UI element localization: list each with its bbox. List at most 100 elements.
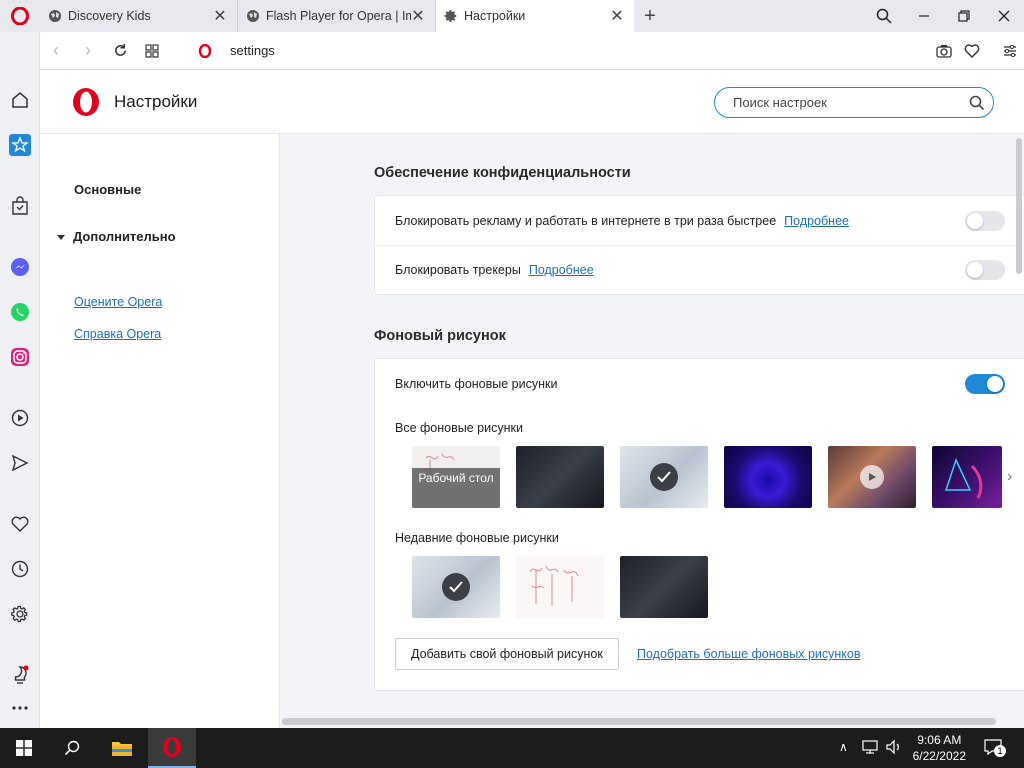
taskbar: ∧ 9:06 AM 6/22/2022 1 xyxy=(0,728,1024,768)
sidebar xyxy=(0,32,40,728)
notification-count-badge: 1 xyxy=(994,745,1006,757)
history-clock-icon[interactable] xyxy=(0,552,40,586)
page-title: Настройки xyxy=(114,91,198,111)
desktop-wallpaper-label: Рабочий стол xyxy=(412,468,500,508)
more-wallpapers-link[interactable]: Подобрать больше фоновых рисунков xyxy=(637,647,860,661)
horizontal-scrollbar[interactable] xyxy=(282,718,996,725)
caret-down-icon xyxy=(57,234,65,240)
tab-close-icon[interactable]: ✕ xyxy=(213,6,227,26)
wallpaper-thumb-desktop[interactable]: Рабочий стол xyxy=(412,446,500,508)
privacy-card: Блокировать рекламу и работать в интерне… xyxy=(374,195,1024,295)
tab-flash-player[interactable]: Flash Player for Opera | Im ✕ xyxy=(238,0,436,32)
settings-search-input[interactable] xyxy=(733,95,969,110)
block-trackers-more-link[interactable]: Подробнее xyxy=(529,263,594,277)
taskbar-clock[interactable]: 9:06 AM 6/22/2022 xyxy=(913,732,966,764)
opera-taskbar-icon[interactable] xyxy=(148,728,196,768)
opera-logo-icon xyxy=(11,7,29,25)
search-tabs-icon[interactable] xyxy=(864,0,904,32)
forward-icon[interactable]: › xyxy=(72,40,104,61)
easy-setup-icon[interactable] xyxy=(996,44,1024,58)
settings-content: Обеспечение конфиденциальности Блокирова… xyxy=(280,134,1024,728)
bookmarks-heart-icon[interactable] xyxy=(0,507,40,541)
speed-dial-grid-icon[interactable] xyxy=(136,43,168,58)
recent-wallpaper-light[interactable] xyxy=(412,556,500,618)
wallpaper-thumb-purple-vortex[interactable] xyxy=(724,446,812,508)
nav-basic[interactable]: Основные xyxy=(74,182,141,197)
url-field[interactable]: settings xyxy=(198,43,275,58)
wallpaper-thumb-dark[interactable] xyxy=(516,446,604,508)
restore-icon[interactable] xyxy=(944,0,984,32)
taskbar-search-icon[interactable] xyxy=(48,728,96,768)
tab-close-icon[interactable]: ✕ xyxy=(411,6,425,26)
wallpaper-section-title: Фоновый рисунок xyxy=(374,328,506,344)
player-icon[interactable] xyxy=(0,401,40,435)
neon-triangle-icon xyxy=(944,457,983,499)
add-wallpaper-button[interactable]: Добавить свой фоновый рисунок xyxy=(395,638,619,670)
whatsapp-icon[interactable] xyxy=(0,295,40,329)
shopping-bag-icon[interactable] xyxy=(0,189,40,223)
block-ads-more-link[interactable]: Подробнее xyxy=(784,214,849,228)
settings-gear-icon[interactable] xyxy=(0,597,40,631)
volume-icon[interactable] xyxy=(886,739,902,758)
vertical-scrollbar[interactable] xyxy=(1016,138,1022,274)
windows-start-icon[interactable] xyxy=(0,728,48,768)
opera-menu-button[interactable] xyxy=(0,0,40,32)
gear-icon xyxy=(444,10,457,22)
globe-icon xyxy=(49,10,61,22)
tab-title: Flash Player for Opera | Im xyxy=(266,9,411,23)
new-tab-button[interactable]: + xyxy=(634,0,666,32)
send-icon[interactable] xyxy=(0,446,40,480)
opera-help-link[interactable]: Справка Opera xyxy=(74,327,161,341)
tab-close-icon[interactable]: ✕ xyxy=(610,6,624,26)
globe-icon xyxy=(247,10,259,22)
nav-advanced[interactable]: Дополнительно xyxy=(56,229,176,244)
recent-wallpaper-sketch[interactable] xyxy=(516,556,604,618)
tab-title: Настройки xyxy=(464,9,526,23)
toggle-knob xyxy=(987,376,1003,392)
back-icon[interactable]: ‹ xyxy=(40,40,72,61)
enable-wallpapers-label: Включить фоновые рисунки xyxy=(395,377,558,391)
messenger-icon[interactable] xyxy=(0,250,40,284)
network-icon[interactable] xyxy=(862,740,878,757)
chevron-right-icon[interactable]: › xyxy=(1007,468,1012,486)
recent-wallpapers-label: Недавние фоновые рисунки xyxy=(395,531,559,545)
reload-icon[interactable] xyxy=(104,43,136,58)
rate-opera-link[interactable]: Оцените Opera xyxy=(74,295,162,309)
settings-nav: Основные Дополнительно Оцените Opera Спр… xyxy=(40,134,280,728)
play-icon xyxy=(860,465,884,489)
selected-check-icon xyxy=(442,573,470,601)
instagram-icon[interactable] xyxy=(0,340,40,374)
heart-icon[interactable] xyxy=(958,43,986,58)
block-trackers-row: Блокировать трекеры Подробнее xyxy=(375,245,1024,294)
tab-discovery-kids[interactable]: Discovery Kids ✕ xyxy=(40,0,238,32)
close-window-icon[interactable] xyxy=(984,0,1024,32)
address-bar: ‹ › settings xyxy=(40,32,1024,70)
enable-wallpapers-toggle[interactable] xyxy=(965,374,1005,394)
enable-wallpapers-row: Включить фоновые рисунки xyxy=(375,359,1024,409)
wallpaper-thumb-room[interactable] xyxy=(828,446,916,508)
nav-advanced-label: Дополнительно xyxy=(73,229,176,244)
sketch-pattern-icon xyxy=(529,565,579,606)
camera-icon[interactable] xyxy=(930,44,958,58)
tab-strip: Discovery Kids ✕ Flash Player for Opera … xyxy=(0,0,1024,32)
block-ads-row: Блокировать рекламу и работать в интерне… xyxy=(375,196,1024,245)
speed-dial-icon[interactable] xyxy=(0,128,40,162)
tab-settings[interactable]: Настройки ✕ xyxy=(436,0,634,32)
tray-chevron-up-icon[interactable]: ∧ xyxy=(839,740,848,754)
wallpaper-thumb-neon[interactable] xyxy=(932,446,1002,508)
more-dots-icon[interactable] xyxy=(0,691,40,725)
wallpaper-thumb-light[interactable] xyxy=(620,446,708,508)
settings-header: Настройки xyxy=(40,70,1024,134)
recent-wallpaper-dark[interactable] xyxy=(620,556,708,618)
file-explorer-icon[interactable] xyxy=(98,728,146,768)
block-trackers-toggle[interactable] xyxy=(965,260,1005,280)
tips-lightbulb-icon[interactable] xyxy=(0,658,40,692)
minimize-icon[interactable] xyxy=(904,0,944,32)
wallpaper-card: Включить фоновые рисунки Все фоновые рис… xyxy=(374,358,1024,691)
home-icon[interactable] xyxy=(0,83,40,117)
search-icon[interactable] xyxy=(969,95,985,111)
tab-title: Discovery Kids xyxy=(68,9,151,23)
clock-date: 6/22/2022 xyxy=(912,749,966,763)
block-ads-toggle[interactable] xyxy=(965,210,1005,231)
notification-center-icon[interactable]: 1 xyxy=(984,739,1006,757)
